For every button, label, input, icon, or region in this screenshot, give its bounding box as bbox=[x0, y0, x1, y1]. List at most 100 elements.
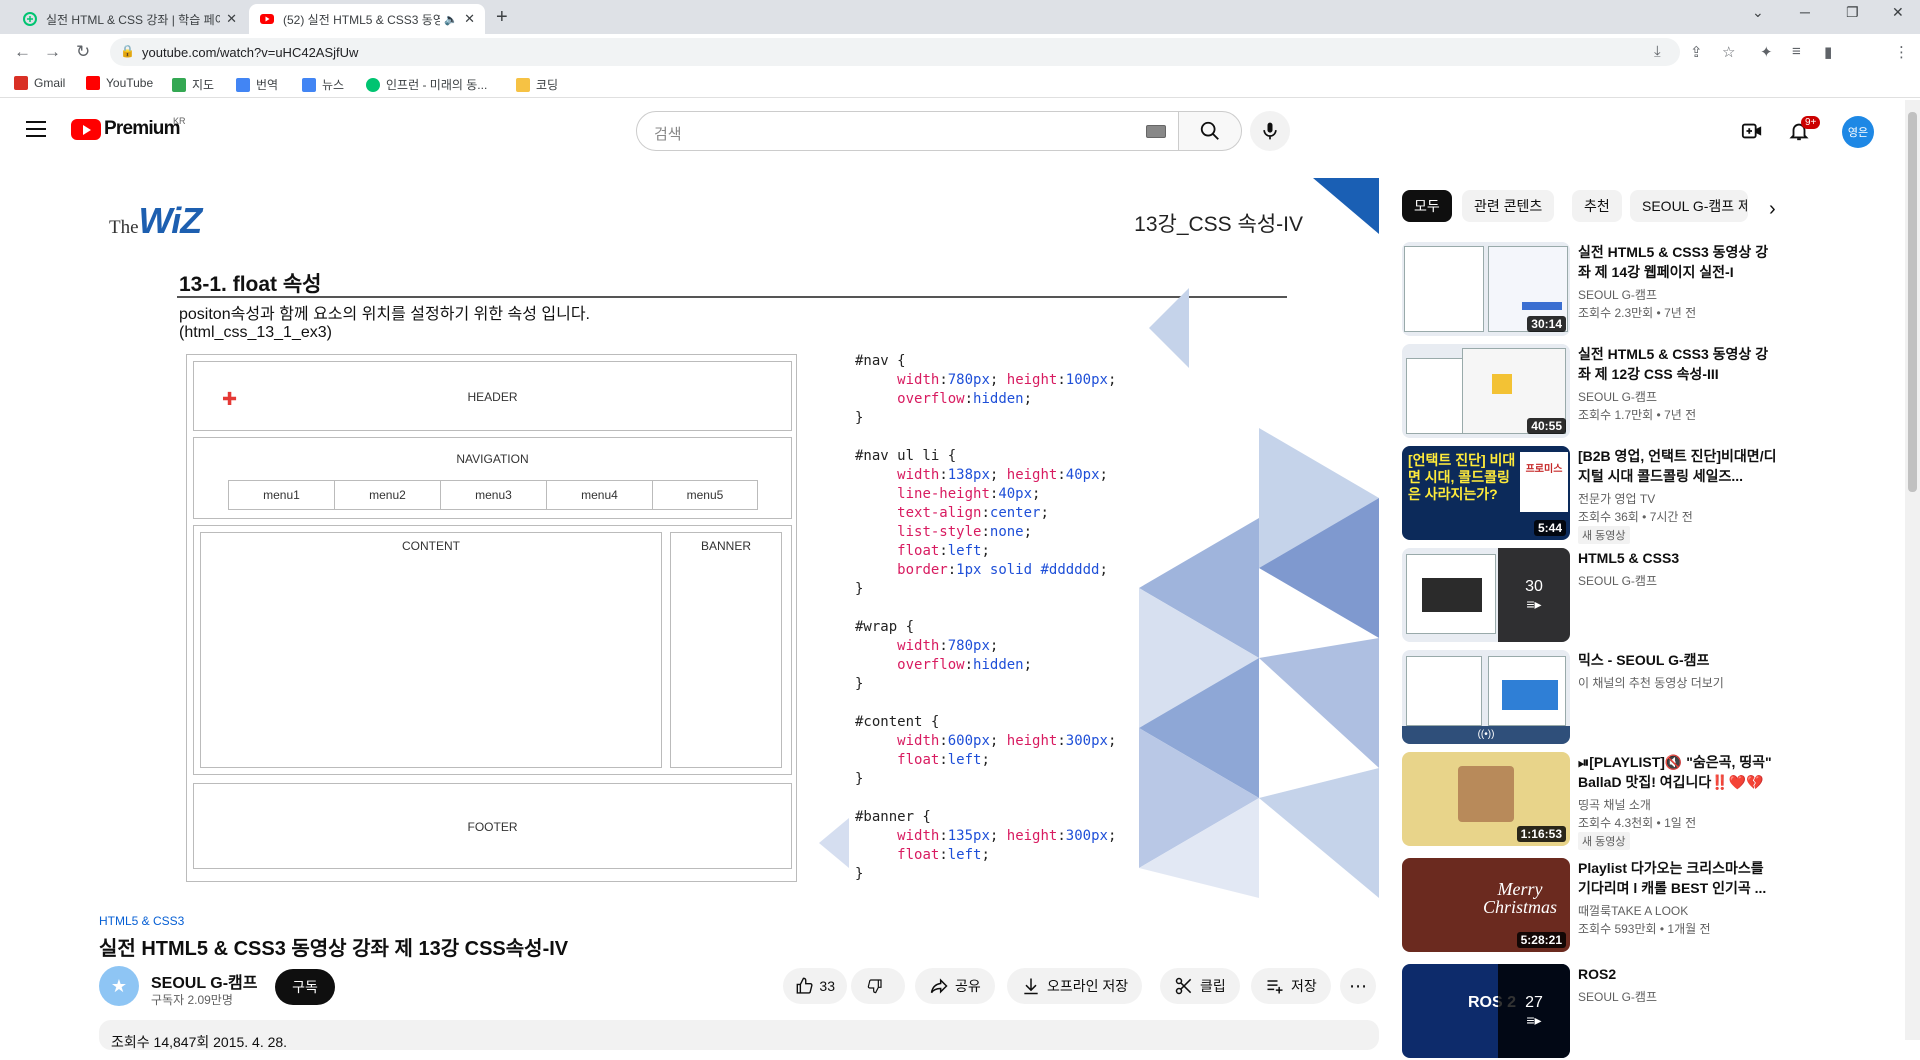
scissors-icon bbox=[1175, 977, 1192, 995]
omnibox[interactable]: 🔒 youtube.com/watch?v=uHC42ASjfUw bbox=[110, 38, 1680, 66]
download-button[interactable]: 오프라인 저장 bbox=[1007, 968, 1143, 1004]
search-input[interactable]: 검색 bbox=[636, 111, 1179, 151]
install-app-icon[interactable]: ⤓ bbox=[1654, 43, 1661, 60]
share-page-icon[interactable]: ⇪ bbox=[1690, 43, 1703, 61]
channel-name[interactable]: SEOUL G-캠프 bbox=[151, 969, 258, 993]
video-player[interactable]: TheWiZ 13강_CSS 속성-IV 13-1. float 속성 posi… bbox=[99, 178, 1379, 900]
video-title[interactable]: ⏯[PLAYLIST]🔇 "숨은곡, 띵곡" BallaD 맛집! 여깁니다‼️… bbox=[1578, 752, 1778, 792]
bookmark-item[interactable]: 인프런 - 미래의 동... bbox=[366, 76, 487, 93]
more-actions-icon[interactable]: ⋯ bbox=[1340, 968, 1376, 1004]
reload-icon[interactable]: ↻ bbox=[76, 42, 90, 62]
extensions-puzzle-icon[interactable]: ✦ bbox=[1760, 43, 1773, 61]
video-title[interactable]: Playlist 다가오는 크리스마스를 기다리며 l 캐롤 BEST 인기곡 … bbox=[1578, 858, 1778, 898]
bookmark-item[interactable]: 지도 bbox=[172, 76, 214, 93]
keyboard-icon[interactable] bbox=[1146, 125, 1166, 138]
tab-search-chevron-icon[interactable]: ⌄ bbox=[1752, 4, 1764, 21]
search-button[interactable] bbox=[1178, 111, 1242, 151]
recommended-playlist[interactable]: ROS 2 27 ≡▸ ROS2 SEOUL G-캠프 bbox=[1402, 964, 1782, 1060]
mix-thumbnail[interactable]: ((•)) bbox=[1402, 650, 1570, 744]
video-title[interactable]: 실전 HTML5 & CSS3 동영상 강좌 제 12강 CSS 속성-III bbox=[1578, 344, 1778, 384]
hamburger-menu-icon[interactable] bbox=[26, 121, 46, 142]
video-thumbnail[interactable]: [언택트 진단] 비대면 시대, 콜드콜링은 사라지는가? 프로미스 5:44 bbox=[1402, 446, 1570, 540]
window-close-icon[interactable]: ✕ bbox=[1892, 4, 1904, 21]
youtube-premium-wordmark[interactable]: Premium bbox=[104, 118, 181, 140]
recommended-video[interactable]: 1:16:53 ⏯[PLAYLIST]🔇 "숨은곡, 띵곡" BallaD 맛집… bbox=[1402, 752, 1782, 850]
gmail-icon bbox=[14, 76, 28, 90]
diagram-menu-item: menu3 bbox=[441, 481, 547, 509]
side-panel-icon[interactable]: ▮ bbox=[1824, 43, 1832, 61]
create-video-icon[interactable] bbox=[1741, 120, 1763, 142]
recommended-playlist[interactable]: 30 ≡▸ HTML5 & CSS3 SEOUL G-캠프 bbox=[1402, 548, 1782, 644]
url-text[interactable]: youtube.com/watch?v=uHC42ASjfUw bbox=[142, 45, 358, 60]
chevron-right-icon[interactable]: › bbox=[1769, 198, 1776, 221]
video-thumbnail[interactable]: 1:16:53 bbox=[1402, 752, 1570, 846]
chip-all[interactable]: 모두 bbox=[1402, 190, 1452, 222]
maximize-icon[interactable]: ❐ bbox=[1846, 4, 1859, 21]
video-thumbnail[interactable]: 40:55 bbox=[1402, 344, 1570, 438]
channel-name[interactable]: 전문가 영업 TV bbox=[1578, 490, 1655, 507]
browser-tab-active[interactable]: (52) 실전 HTML5 & CSS3 동영상 강좌 🔈 ✕ bbox=[249, 4, 485, 34]
recommended-video[interactable]: Merry Christmas 5:28:21 Playlist 다가오는 크리… bbox=[1402, 858, 1782, 954]
mix-title[interactable]: 믹스 - SEOUL G-캠프 bbox=[1578, 650, 1778, 670]
chip-related[interactable]: 관련 콘텐츠 bbox=[1462, 190, 1555, 222]
playlist-title[interactable]: ROS2 bbox=[1578, 964, 1778, 984]
diagram-menu-item: menu4 bbox=[547, 481, 653, 509]
bookmarks-bar: Gmail YouTube 지도 번역 뉴스 인프런 - 미래의 동... 코딩 bbox=[0, 70, 1920, 98]
channel-name[interactable]: 띵곡 채널 소개 bbox=[1578, 796, 1651, 813]
clip-button[interactable]: 클립 bbox=[1160, 968, 1240, 1004]
recommended-video[interactable]: 40:55 실전 HTML5 & CSS3 동영상 강좌 제 12강 CSS 속… bbox=[1402, 344, 1782, 440]
subscribe-button[interactable]: 구독 bbox=[275, 969, 335, 1005]
browser-tab-inactive[interactable]: 실전 HTML & CSS 강좌 | 학습 페이지 ✕ bbox=[12, 4, 247, 34]
browser-menu-icon[interactable]: ⋮ bbox=[1894, 43, 1909, 61]
bookmark-item[interactable]: 뉴스 bbox=[302, 76, 344, 93]
page-scrollbar[interactable] bbox=[1905, 100, 1920, 1040]
playlist-title[interactable]: HTML5 & CSS3 bbox=[1578, 548, 1778, 568]
bookmark-label: 인프런 - 미래의 동... bbox=[386, 78, 488, 92]
tab-close-icon[interactable]: ✕ bbox=[464, 11, 475, 27]
new-tab-button[interactable]: + bbox=[496, 6, 508, 29]
description-box[interactable]: 조회수 14,847회 2015. 4. 28. bbox=[99, 1020, 1379, 1050]
share-button[interactable]: 공유 bbox=[915, 968, 995, 1004]
dislike-button[interactable] bbox=[851, 968, 905, 1004]
bookmark-item[interactable]: 번역 bbox=[236, 76, 278, 93]
youtube-logo-icon[interactable] bbox=[71, 119, 101, 140]
clip-label: 클립 bbox=[1200, 978, 1226, 994]
playlist-count: 30 bbox=[1525, 577, 1543, 595]
back-arrow-icon[interactable]: ← bbox=[14, 42, 31, 62]
video-thumbnail[interactable]: Merry Christmas 5:28:21 bbox=[1402, 858, 1570, 952]
recommended-video[interactable]: [언택트 진단] 비대면 시대, 콜드콜링은 사라지는가? 프로미스 5:44 … bbox=[1402, 446, 1782, 544]
chip-recommended[interactable]: 추천 bbox=[1572, 190, 1622, 222]
tab-close-icon[interactable]: ✕ bbox=[226, 11, 237, 27]
bookmark-folder[interactable]: 코딩 bbox=[516, 76, 558, 93]
video-thumbnail[interactable]: 30:14 bbox=[1402, 242, 1570, 336]
like-button[interactable]: 33 bbox=[783, 968, 847, 1004]
media-queue-icon[interactable]: ≡ bbox=[1792, 43, 1801, 60]
bookmark-item[interactable]: Gmail bbox=[14, 76, 65, 90]
minimize-icon[interactable]: ─ bbox=[1800, 4, 1810, 20]
channel-name[interactable]: SEOUL G-캠프 bbox=[1578, 388, 1657, 405]
speaker-icon[interactable]: 🔈 bbox=[444, 13, 458, 26]
voice-search-button[interactable] bbox=[1250, 111, 1290, 151]
bookmark-label: 뉴스 bbox=[322, 78, 345, 92]
recommended-video[interactable]: 30:14 실전 HTML5 & CSS3 동영상 강좌 제 14강 웹페이지 … bbox=[1402, 242, 1782, 338]
channel-name[interactable]: SEOUL G-캠프 bbox=[1578, 988, 1657, 1005]
channel-name[interactable]: 때껄룩TAKE A LOOK bbox=[1578, 902, 1688, 919]
channel-name[interactable]: SEOUL G-캠프 bbox=[1578, 286, 1657, 303]
new-video-badge: 새 동영상 bbox=[1578, 526, 1630, 544]
diagram-body: CONTENT BANNER bbox=[193, 525, 792, 775]
playlist-thumbnail[interactable]: 30 ≡▸ bbox=[1402, 548, 1570, 642]
playlist-thumbnail[interactable]: ROS 2 27 ≡▸ bbox=[1402, 964, 1570, 1058]
video-hashtag-link[interactable]: HTML5 & CSS3 bbox=[99, 914, 184, 928]
channel-name[interactable]: SEOUL G-캠프 bbox=[1578, 572, 1657, 589]
video-title[interactable]: 실전 HTML5 & CSS3 동영상 강좌 제 14강 웹페이지 실전-I bbox=[1578, 242, 1778, 282]
bookmark-star-icon[interactable]: ☆ bbox=[1722, 43, 1735, 61]
scrollbar-thumb[interactable] bbox=[1908, 112, 1917, 492]
bookmark-item[interactable]: YouTube bbox=[86, 76, 153, 90]
account-avatar[interactable]: 영은 bbox=[1842, 116, 1874, 148]
recommended-mix[interactable]: ((•)) 믹스 - SEOUL G-캠프 이 채널의 추천 동영상 더보기 bbox=[1402, 650, 1782, 746]
channel-avatar[interactable]: ★ bbox=[99, 966, 139, 1006]
chip-channel[interactable]: SEOUL G-캠프 제 bbox=[1630, 190, 1748, 222]
video-title[interactable]: [B2B 영업, 언택트 진단]비대면/디지털 시대 콜드콜링 세일즈... bbox=[1578, 446, 1778, 486]
forward-arrow-icon[interactable]: → bbox=[44, 42, 61, 62]
save-to-playlist-button[interactable]: 저장 bbox=[1251, 968, 1331, 1004]
